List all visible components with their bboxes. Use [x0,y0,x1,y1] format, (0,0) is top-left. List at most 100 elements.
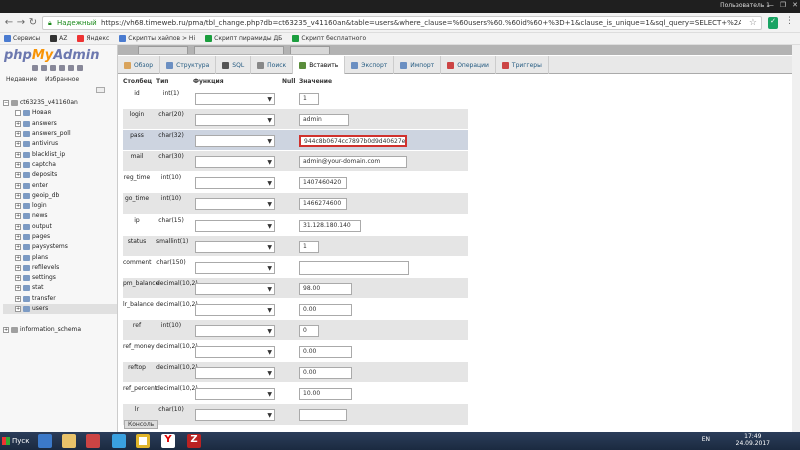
minimize-icon[interactable]: — [767,1,774,9]
expand-icon[interactable]: + [15,295,21,302]
function-select[interactable]: ▼ [195,219,275,232]
function-select[interactable]: ▼ [195,282,275,295]
table-node[interactable]: Новая [3,108,117,118]
table-node[interactable]: + deposits [3,170,117,180]
value-input[interactable]: 0 [299,325,319,338]
table-node[interactable]: + plans [3,252,117,262]
bookmark-item[interactable]: Сервисы [4,35,40,42]
expand-icon[interactable]: + [15,234,21,240]
expand-icon[interactable]: + [15,172,21,179]
expand-icon[interactable]: + [15,244,21,251]
function-select[interactable]: ▼ [195,198,275,211]
expand-icon[interactable] [15,110,21,117]
function-select[interactable]: ▼ [195,156,275,169]
table-node[interactable]: + login [3,201,117,211]
table-node[interactable]: + users [3,303,117,315]
value-input[interactable]: 1407460420 [299,177,347,190]
table-node[interactable]: + stat [3,283,117,293]
star-icon[interactable]: ☆ [749,18,757,28]
bookmark-item[interactable]: Скрипты хайпов > Hi [119,35,195,42]
phpmyadmin-logo[interactable]: phpMyAdmin [4,48,100,63]
function-select[interactable]: ▼ [195,367,275,380]
start-button[interactable]: Пуск [0,433,30,449]
tab-0[interactable]: Обзор [118,56,161,74]
recent-tab[interactable]: Недавние [6,76,37,83]
table-node[interactable]: + paysystems [3,242,117,252]
expand-icon[interactable]: + [15,151,21,158]
value-input[interactable]: 0.00 [299,303,352,316]
shield-extension-icon[interactable]: ✓ [768,17,778,29]
favorites-tab[interactable]: Избранное [45,76,79,83]
function-select[interactable]: ▼ [195,240,275,253]
value-input[interactable]: 31.128.180.140 [299,219,361,232]
expand-icon[interactable]: + [15,203,21,210]
vertical-scrollbar[interactable] [792,45,800,432]
collapse-all-icon[interactable] [96,87,105,93]
chrome-icon[interactable] [136,434,150,448]
expand-icon[interactable]: + [15,141,21,148]
reload-icon[interactable]: ↻ [27,17,39,29]
value-textarea[interactable] [299,260,409,275]
expand-icon[interactable]: + [15,275,21,282]
value-input[interactable]: 1 [299,93,319,105]
bookmark-item[interactable]: AZ [50,35,67,42]
expand-icon[interactable]: + [15,223,21,230]
expand-icon[interactable]: + [3,326,9,333]
bookmark-item[interactable]: Скрипт пирамиды ДБ [205,35,282,42]
skype-icon[interactable] [112,434,126,448]
table-node[interactable] [3,314,117,324]
table-node[interactable]: + enter [3,180,117,190]
tab-4[interactable]: Вставить [293,56,346,74]
table-node[interactable]: + answers_poll [3,129,117,139]
settings-icon[interactable] [68,65,74,71]
language-indicator[interactable]: EN [702,436,710,443]
table-node[interactable]: + antivirus [3,139,117,149]
expand-icon[interactable]: + [15,131,21,138]
value-input[interactable]: 0.00 [299,346,352,359]
expand-icon[interactable]: + [15,182,21,189]
table-node[interactable]: + pages [3,232,117,242]
media-player-icon[interactable] [86,434,100,448]
tab-5[interactable]: Экспорт [345,56,395,74]
value-input[interactable]: 98.00 [299,282,352,295]
table-node[interactable]: + output [3,222,117,232]
profile-button[interactable]: Пользователь 1 [720,2,770,9]
bookmark-item[interactable]: Яндекс [77,35,109,42]
tab-8[interactable]: Триггеры [496,56,549,74]
menu-icon[interactable]: ⋮ [785,16,794,26]
function-select[interactable]: ▼ [195,388,275,401]
forward-icon[interactable]: → [15,17,27,29]
table-node[interactable]: + captcha [3,160,117,170]
yandex-browser-icon[interactable]: Y [161,434,175,448]
table-node[interactable]: + refilevels [3,263,117,273]
explorer-icon[interactable] [62,434,76,448]
back-icon[interactable]: ← [3,17,15,29]
function-select[interactable]: ▼ [195,346,275,359]
value-input[interactable] [299,409,347,422]
bookmark-item[interactable]: Скрипт бесплатного [292,35,366,42]
tab-6[interactable]: Импорт [394,56,442,74]
tab-7[interactable]: Операции [441,56,496,74]
function-select[interactable]: ▼ [195,303,275,316]
expand-icon[interactable]: + [15,264,21,271]
expand-icon[interactable]: − [3,100,9,107]
reload-nav-icon[interactable] [77,65,83,71]
function-select[interactable]: ▼ [195,93,275,105]
table-node[interactable]: + transfer [3,294,117,304]
breadcrumb-db[interactable] [194,46,284,54]
table-node[interactable]: + news [3,211,117,221]
expand-icon[interactable]: + [15,192,21,199]
value-input[interactable]: 1466274600 [299,198,347,211]
exit-icon[interactable] [41,65,47,71]
clock[interactable]: 17:49 24.09.2017 [736,433,770,447]
home-icon[interactable] [32,65,38,71]
breadcrumb-server[interactable] [138,46,188,54]
function-select[interactable]: ▼ [195,114,275,127]
value-input[interactable]: 1 [299,240,319,253]
table-node[interactable]: + blacklist_ip [3,149,117,159]
table-node[interactable]: + answers [3,119,117,129]
expand-icon[interactable]: + [15,254,21,261]
function-select[interactable]: ▼ [195,325,275,338]
db-node[interactable]: − ct63235_v41160an [3,98,117,108]
expand-icon[interactable]: + [15,285,21,292]
